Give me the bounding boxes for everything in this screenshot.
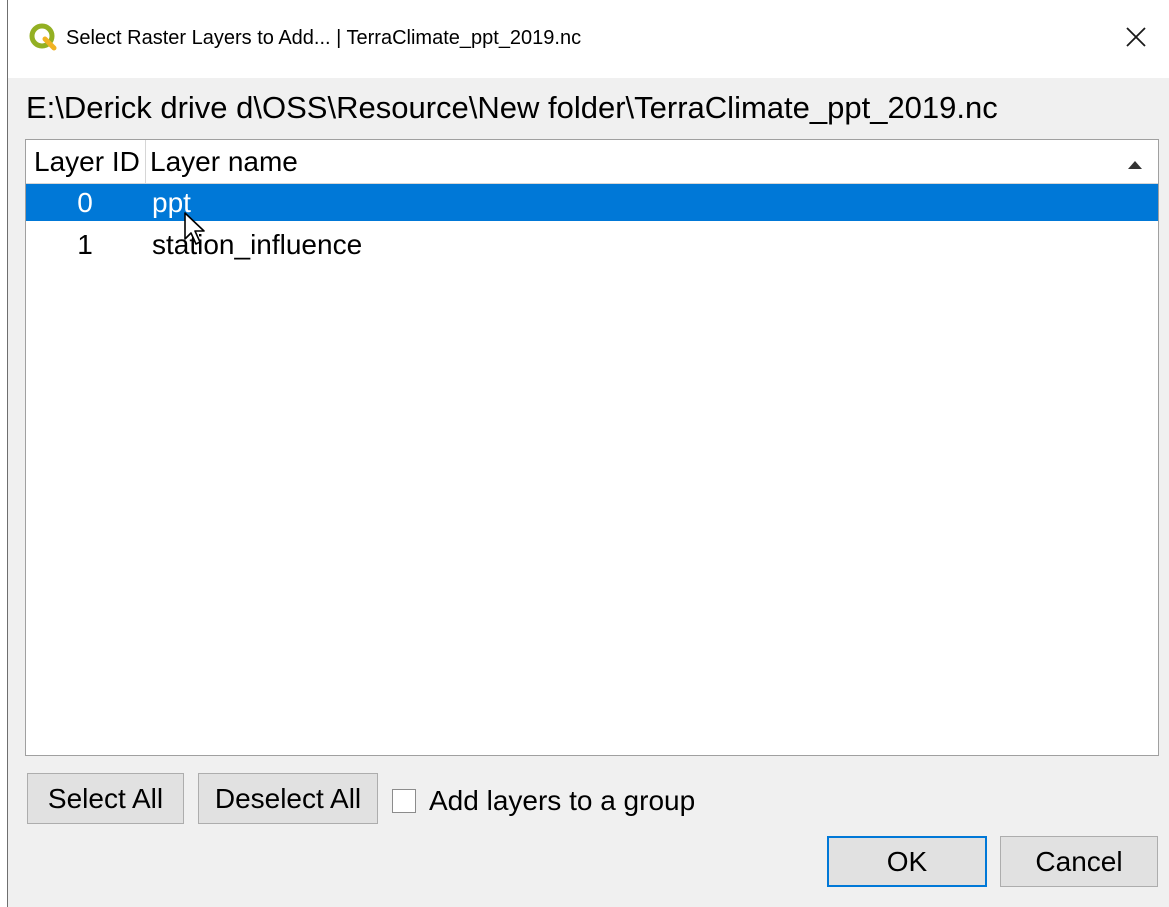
deselect-all-button[interactable]: Deselect All xyxy=(198,773,378,824)
table-header: Layer ID Layer name xyxy=(26,140,1158,184)
close-button[interactable] xyxy=(1117,20,1155,58)
add-to-group-checkbox[interactable] xyxy=(392,789,416,813)
title-bar[interactable]: Select Raster Layers to Add... | TerraCl… xyxy=(8,0,1169,78)
add-to-group-option[interactable]: Add layers to a group xyxy=(392,781,695,821)
file-path-label: E:\Derick drive d\OSS\Resource\New folde… xyxy=(26,90,998,125)
column-header-layer-id[interactable]: Layer ID xyxy=(34,140,146,183)
window-edge xyxy=(0,0,8,907)
close-icon xyxy=(1125,26,1147,53)
layer-id-cell: 0 xyxy=(77,187,93,218)
sort-ascending-icon xyxy=(1128,156,1142,174)
select-all-button[interactable]: Select All xyxy=(27,773,184,824)
ok-button[interactable]: OK xyxy=(827,836,987,887)
qgis-icon xyxy=(28,22,58,52)
window-title: Select Raster Layers to Add... | TerraCl… xyxy=(66,27,582,49)
column-header-layer-name[interactable]: Layer name xyxy=(148,140,1130,183)
cancel-button[interactable]: Cancel xyxy=(1000,836,1158,887)
raster-layers-dialog: Select Raster Layers to Add... | TerraCl… xyxy=(0,0,1169,907)
add-to-group-label: Add layers to a group xyxy=(429,785,696,816)
mouse-pointer-icon xyxy=(183,211,209,252)
layer-id-cell: 1 xyxy=(77,229,93,260)
